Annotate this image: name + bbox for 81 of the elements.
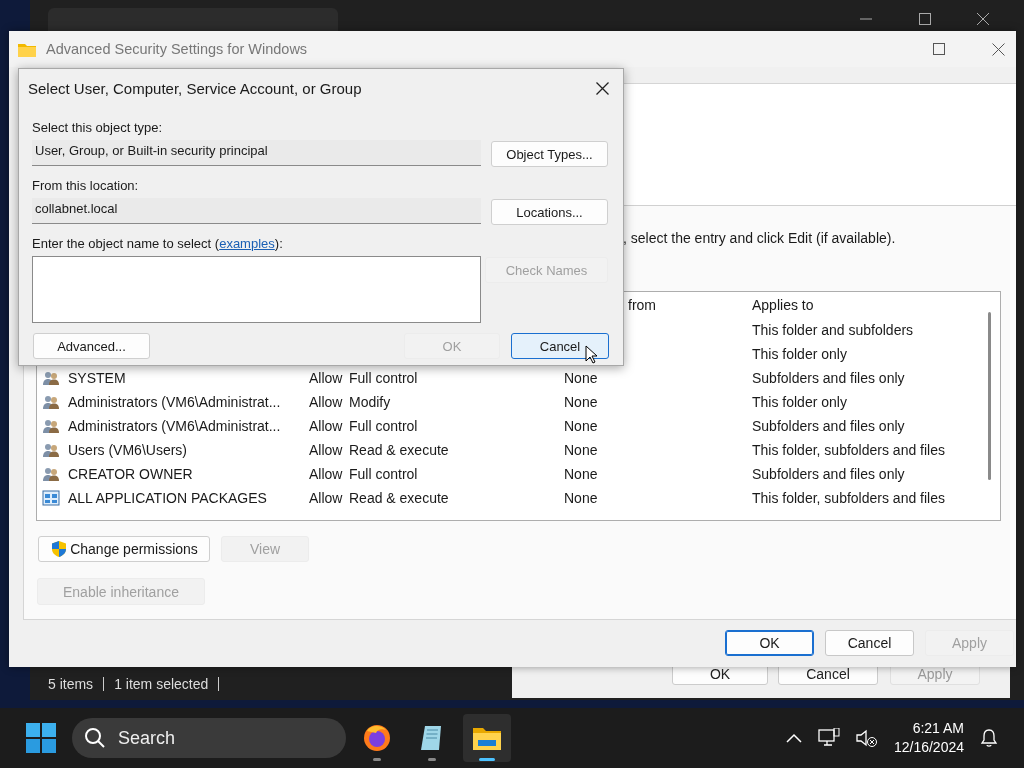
table-cell: SYSTEM [68,370,126,386]
package-icon [42,490,60,506]
chevron-up-icon[interactable] [785,733,802,743]
table-cell: None [564,394,598,410]
table-cell: This folder, subfolders and files [752,442,945,458]
users-icon [42,394,60,410]
window-title: Advanced Security Settings for Windows [46,41,308,57]
instruction-text: , select the entry and click Edit (if available). [623,229,896,247]
table-cell: This folder, subfolders and files [752,490,945,506]
table-cell: This folder only [752,346,847,362]
table-cell: Allow [309,442,343,458]
field-label: Select this object type: [32,120,164,135]
location-field: collabnet.local [32,198,481,224]
search-bar[interactable]: Search [72,718,346,758]
table-cell: CREATOR OWNER [68,466,193,482]
locations-button[interactable]: Locations... [491,199,608,225]
table-cell: Allow [309,490,343,506]
cursor-icon [585,345,597,364]
users-icon [42,466,60,482]
dialog-button[interactable]: OK [725,630,814,656]
explorer-tab[interactable] [48,8,338,32]
users-icon [42,418,60,434]
examples-link[interactable]: examples [219,236,275,251]
table-cell: None [564,490,598,506]
field-label: Enter the object name to select (examples): [32,236,284,251]
table-cell: Allow [309,466,343,482]
table-cell: Read & execute [349,442,449,458]
table-cell: Modify [349,394,391,410]
table-cell: Allow [309,418,343,434]
clock[interactable]: 6:21 AM 12/16/2024 [893,719,964,757]
table-cell: Users (VM6\Users) [68,442,187,458]
table-cell: None [564,466,598,482]
field-label: From this location: [32,178,140,193]
table-cell: Read & execute [349,490,449,506]
bell-icon[interactable] [980,728,998,748]
table-cell: Full control [349,466,418,482]
column-header[interactable]: Applies to [752,297,1000,313]
table-cell: This folder and subfolders [752,322,914,338]
browser-icon [362,723,392,753]
table-cell: Subfolders and files only [752,370,905,386]
users-icon [42,370,60,386]
table-cell: ALL APPLICATION PACKAGES [68,490,267,506]
action-button[interactable]: Change permissions [38,536,210,562]
taskbar-app[interactable] [463,714,511,762]
object-type-field: User, Group, or Built-in security principal [32,140,481,166]
close-icon[interactable] [976,12,990,26]
table-cell: Allow [309,394,343,410]
start-icon[interactable] [26,723,56,753]
table-cell: Subfolders and files only [752,466,905,482]
clock-time: 6:21 AM [912,719,964,738]
status-text: 1 item selected [114,677,220,691]
network-icon[interactable] [817,728,840,748]
table-cell: None [564,370,598,386]
object-name-field[interactable] [32,256,481,323]
table-cell: Full control [349,370,418,386]
dialog-title: Select User, Computer, Service Account, or Group [28,79,362,97]
table-cell: None [564,418,598,434]
maximize-icon[interactable] [933,43,945,55]
clock-date: 12/16/2024 [893,738,964,757]
maximize-icon[interactable] [918,12,932,26]
scrollbar[interactable] [988,312,991,480]
search-field[interactable]: Search [116,726,320,750]
close-icon[interactable] [596,81,609,95]
table-cell: None [564,442,598,458]
search-icon [84,727,106,749]
table-cell: Subfolders and files only [752,418,905,434]
object-types-button[interactable]: Object Types... [491,141,608,167]
close-icon[interactable] [992,43,1005,56]
status-text: 5 items [48,677,105,691]
dialog-button[interactable]: Cancel [825,630,914,656]
muted-speaker-icon[interactable] [855,728,878,748]
table-cell: Administrators (VM6\Administrat... [68,418,281,434]
table-cell: Administrators (VM6\Administrat... [68,394,281,410]
folder-icon [18,41,36,57]
table-cell: This folder only [752,394,847,410]
dialog-button[interactable]: Advanced... [33,333,150,359]
users-icon [42,442,60,458]
dialog-button[interactable]: Cancel [511,333,609,359]
table-cell: Full control [349,418,418,434]
shield-icon [50,540,69,558]
table-cell: Allow [309,370,343,386]
